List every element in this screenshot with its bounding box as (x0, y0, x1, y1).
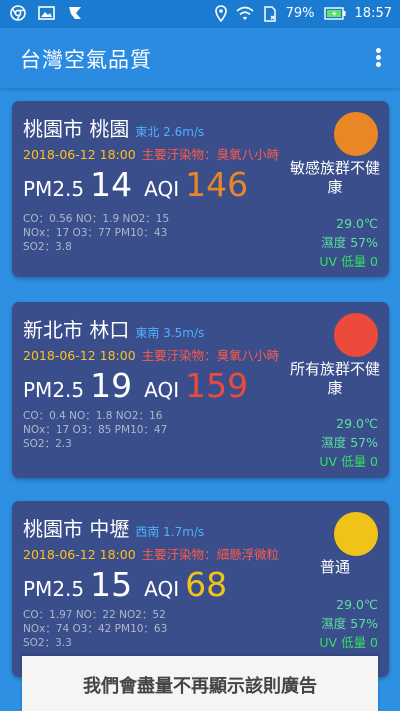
wind-info: 東北 2.6m/s (135, 125, 205, 139)
pm25-label: PM2.5 (23, 577, 85, 601)
update-time: 2018-06-12 18:00 (23, 348, 136, 363)
aqi-value: 146 (185, 165, 249, 204)
temperature: 29.0℃ (336, 597, 378, 612)
sim-icon (263, 5, 276, 22)
gas-line: CO：0.4 NO：1.8 NO2：16 (23, 410, 163, 422)
station-title: 桃園市 中壢 西南 1.7m/s (23, 513, 204, 542)
battery-percent: 79% (285, 6, 315, 21)
aqi-level-text: 所有族群不健康 (289, 360, 380, 397)
pm25-value: 14 (90, 165, 133, 204)
humidity: 濕度 57% (321, 235, 378, 250)
station-card-zhongli[interactable]: 桃園市 中壢 西南 1.7m/s 2018-06-12 18:00 主要汙染物：細懸… (12, 501, 389, 677)
aqi-value: 68 (185, 565, 228, 604)
aqi-value: 159 (185, 366, 249, 405)
aqi-label: AQI (144, 177, 180, 201)
aqi-level-circle (334, 112, 378, 156)
dot-icon (375, 62, 381, 67)
image-icon (38, 6, 55, 20)
chrome-icon (10, 5, 26, 21)
status-bar: 79% 18:57 (0, 0, 400, 28)
aqi-level-circle (334, 512, 378, 556)
temperature: 29.0℃ (336, 416, 378, 431)
wind-info: 東南 3.5m/s (135, 326, 205, 340)
app-title: 台灣空氣品質 (20, 48, 152, 72)
aqi-label: AQI (144, 378, 180, 402)
app-notification-icon (69, 7, 81, 19)
update-time: 2018-06-12 18:00 (23, 147, 136, 162)
temperature: 29.0℃ (336, 216, 378, 231)
more-options-button[interactable] (370, 46, 386, 70)
pm-aqi-row: PM2.5 15 AQI 68 (23, 565, 227, 604)
pm25-value: 19 (90, 366, 133, 405)
main-pollutant: 主要汙染物：臭氧八小時 (141, 147, 280, 162)
location-icon (214, 5, 227, 22)
weather-info: 29.0℃ 濕度 57% UV 低量 0 (319, 214, 378, 271)
pm25-label: PM2.5 (23, 378, 85, 402)
station-card-linkou[interactable]: 新北市 林口 東南 3.5m/s 2018-06-12 18:00 主要汙染物：臭氧… (12, 302, 389, 478)
pm-aqi-row: PM2.5 19 AQI 159 (23, 366, 248, 405)
update-time: 2018-06-12 18:00 (23, 547, 136, 562)
pm25-label: PM2.5 (23, 177, 85, 201)
uv-index: UV 低量 0 (319, 254, 378, 269)
gas-line: NOx：17 O3：77 PM10：43 (23, 227, 168, 239)
gas-line: CO：0.56 NO：1.9 NO2：15 (23, 213, 170, 225)
gas-line: SO2：3.8 (23, 241, 72, 253)
pm25-value: 15 (90, 565, 133, 604)
gas-line: SO2：3.3 (23, 637, 72, 649)
ad-banner[interactable]: 我們會盡量不再顯示該則廣告 (22, 656, 378, 711)
humidity: 濕度 57% (321, 435, 378, 450)
aqi-level-circle (334, 313, 378, 357)
gas-line: SO2：2.3 (23, 438, 72, 450)
app-bar: 台灣空氣品質 (0, 28, 400, 88)
aqi-label: AQI (144, 577, 180, 601)
ad-feedback-text: 我們會盡量不再顯示該則廣告 (83, 676, 317, 697)
update-info: 2018-06-12 18:00 主要汙染物：臭氧八小時 (23, 345, 279, 364)
station-name: 新北市 林口 (23, 318, 130, 342)
wifi-icon (236, 6, 254, 20)
update-info: 2018-06-12 18:00 主要汙染物：細懸浮微粒 (23, 544, 279, 563)
station-title: 新北市 林口 東南 3.5m/s (23, 314, 204, 343)
aqi-level-text: 敏感族群不健康 (289, 159, 380, 196)
update-info: 2018-06-12 18:00 主要汙染物：臭氧八小時 (23, 144, 279, 163)
station-card-taoyuan[interactable]: 桃園市 桃園 東北 2.6m/s 2018-06-12 18:00 主要汙染物：臭氧… (12, 101, 389, 277)
station-title: 桃園市 桃園 東北 2.6m/s (23, 113, 204, 142)
uv-index: UV 低量 0 (319, 635, 378, 650)
wind-info: 西南 1.7m/s (135, 525, 205, 539)
weather-info: 29.0℃ 濕度 57% UV 低量 0 (319, 595, 378, 652)
clock: 18:57 (354, 6, 392, 21)
pm-aqi-row: PM2.5 14 AQI 146 (23, 165, 248, 204)
weather-info: 29.0℃ 濕度 57% UV 低量 0 (319, 414, 378, 471)
gas-line: CO：1.97 NO：22 NO2：52 (23, 609, 166, 621)
main-pollutant: 主要汙染物：細懸浮微粒 (141, 547, 280, 562)
main-pollutant: 主要汙染物：臭氧八小時 (141, 348, 280, 363)
dot-icon (375, 55, 381, 60)
humidity: 濕度 57% (321, 616, 378, 631)
uv-index: UV 低量 0 (319, 454, 378, 469)
station-name: 桃園市 桃園 (23, 117, 130, 141)
battery-icon (323, 7, 346, 20)
station-name: 桃園市 中壢 (23, 517, 130, 541)
gas-line: NOx：17 O3：85 PM10：47 (23, 424, 168, 436)
dot-icon (375, 48, 381, 53)
aqi-level-text: 普通 (319, 558, 350, 576)
gas-line: NOx：74 O3：42 PM10：63 (23, 623, 168, 635)
